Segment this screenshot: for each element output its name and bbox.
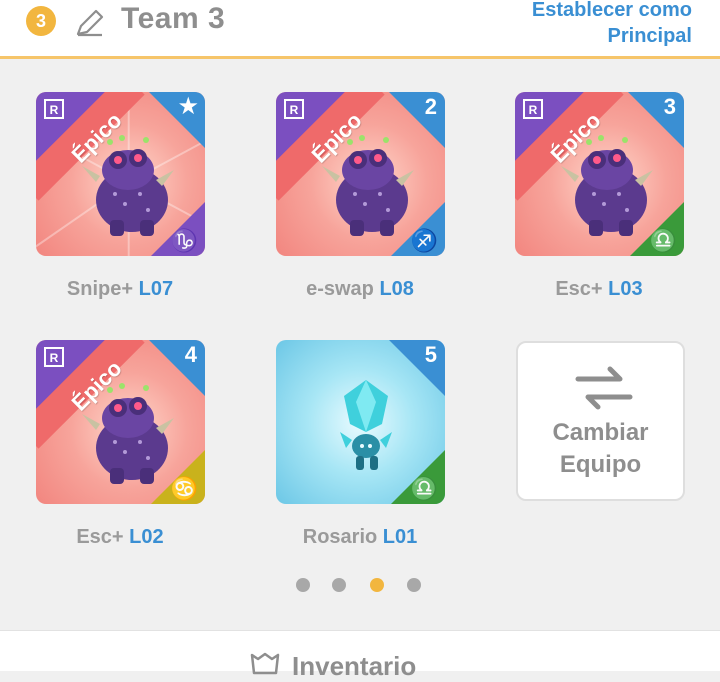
monster-name: Esc+ (555, 278, 603, 300)
slot-number: 2 (424, 94, 437, 119)
set-main-line2: Principal (607, 25, 692, 47)
monster-name: Esc+ (76, 526, 124, 548)
set-as-main-link[interactable]: Establecer como Principal (532, 0, 692, 49)
set-main-line1: Establecer como (531, 0, 692, 21)
monster-card-2[interactable]: Épico R 2 ♐ (276, 92, 445, 256)
page-dot-3[interactable] (370, 578, 384, 592)
monster-card-4[interactable]: Épico R 4 ♋ (36, 340, 205, 504)
page-dot-2[interactable] (332, 578, 346, 592)
monster-label-4: Esc+ L02 (20, 526, 220, 549)
rarity-letter-icon: R (44, 347, 64, 367)
monster-label-1: Snipe+ L07 (20, 278, 220, 301)
monster-name: Snipe+ (66, 278, 134, 300)
monster-level: L08 (379, 278, 414, 300)
inventory-label: Inventario (292, 651, 417, 681)
monster-label-3: Esc+ L03 (499, 278, 699, 301)
rarity-letter-icon: R (284, 99, 304, 119)
page-dot-4[interactable] (407, 578, 421, 592)
monster-card-5[interactable]: 5 ♎ (276, 340, 445, 504)
purple-dragon-monster-icon (82, 135, 174, 236)
purple-dragon-monster-icon (561, 135, 653, 236)
rarity-letter-icon: R (523, 99, 543, 119)
monster-label-2: e-swap L08 (260, 278, 460, 301)
crystal-monster-icon (340, 380, 392, 470)
page-dot-1[interactable] (296, 578, 310, 592)
swap-arrows-icon (575, 366, 633, 410)
change-team-line2: Equipo (559, 451, 642, 478)
change-team-button[interactable]: Cambiar Equipo (516, 341, 685, 501)
slot-number: 5 (424, 342, 437, 367)
monster-name: e-swap (306, 278, 374, 300)
slot-number: 3 (663, 94, 676, 119)
monster-level: L01 (382, 526, 418, 548)
pencil-icon[interactable] (74, 7, 106, 39)
rarity-letter-icon: R (44, 99, 64, 119)
change-team-line1: Cambiar (552, 419, 649, 446)
purple-dragon-monster-icon (322, 135, 414, 236)
monster-level: L02 (129, 526, 164, 548)
monster-card-3[interactable]: Épico R 3 ♎ (515, 92, 684, 256)
team-number-badge: 3 (26, 6, 56, 36)
team-name[interactable]: Team 3 (121, 2, 225, 36)
monster-level: L07 (138, 278, 174, 300)
team-header: 3 Team 3 Establecer como Principal (0, 0, 720, 59)
change-team-label: Cambiar Equipo (518, 417, 683, 481)
slot-number: 4 (184, 342, 197, 367)
inventory-bar[interactable]: Inventario (0, 630, 720, 681)
monster-label-5: Rosario L01 (260, 526, 460, 549)
monster-level: L03 (608, 278, 643, 300)
leader-star-icon: ★ (177, 93, 199, 120)
inventory-icon (250, 652, 280, 675)
monster-card-1[interactable]: Épico R ★ ♑ (36, 92, 205, 256)
monster-name: Rosario (302, 526, 378, 548)
purple-dragon-monster-icon (82, 383, 174, 484)
